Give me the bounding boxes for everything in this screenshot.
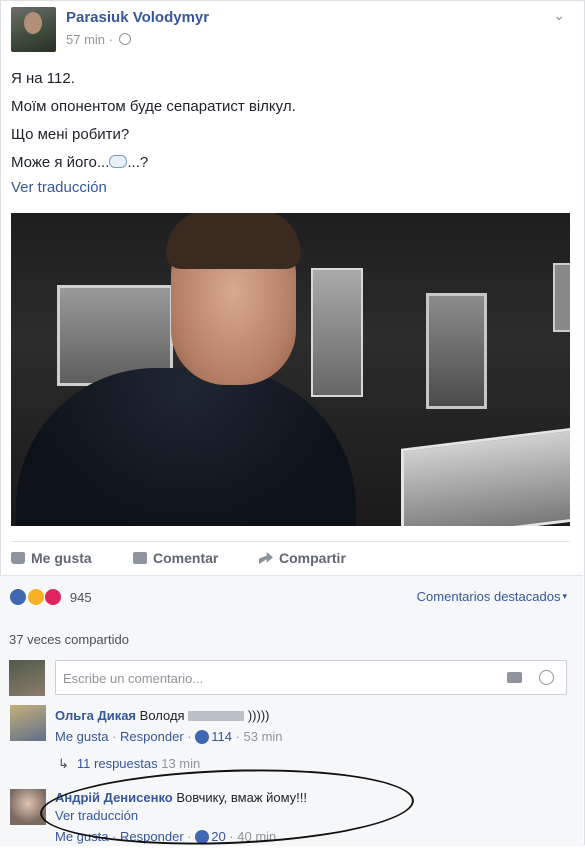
comment-reaction-count[interactable]: 114	[211, 729, 232, 744]
author-avatar[interactable]	[11, 7, 56, 52]
like-reaction-icon	[9, 588, 27, 606]
share-label: Compartir	[279, 550, 346, 566]
caret-down-icon: ▾	[562, 591, 567, 601]
photo-wall-frame	[311, 268, 363, 397]
post-line-2: Моїм опонентом буде сепаратист вілкул.	[11, 98, 296, 115]
photo-wall-frame	[553, 263, 570, 332]
author-name[interactable]: Parasiuk Volodymyr	[66, 9, 209, 26]
like-button[interactable]: Me gusta	[11, 550, 92, 566]
globe-icon	[118, 33, 131, 45]
share-arrow-icon	[259, 552, 273, 564]
see-translation-link[interactable]: Ver traducción	[11, 179, 107, 196]
comment-icon	[133, 552, 147, 564]
meta-separator: ·	[108, 32, 113, 47]
redacted-text	[188, 711, 245, 721]
comment-text: Володя	[139, 708, 185, 723]
thumbs-up-icon	[11, 552, 25, 564]
post-line-3: Що мені робити?	[11, 126, 130, 143]
haha-reaction-icon	[26, 588, 45, 606]
camera-icon[interactable]	[507, 672, 522, 683]
comment-reply-link[interactable]: Responder	[120, 729, 184, 744]
photo-person-hair	[166, 213, 301, 269]
reaction-count: 945	[69, 590, 92, 605]
post-line-4: Може я його......?	[11, 149, 571, 177]
reactions-summary[interactable]: 945	[9, 588, 92, 606]
post-line-4-suffix: ...?	[127, 154, 149, 171]
commenter-avatar[interactable]	[10, 705, 46, 741]
top-comments-dropdown[interactable]: Comentarios destacados ▾	[417, 589, 567, 604]
like-reaction-icon	[195, 730, 210, 744]
post-text: Я на 112. Моїм опонентом буде сепаратист…	[11, 65, 571, 177]
emoji-icon[interactable]	[539, 670, 554, 685]
comment-input[interactable]: Escribe un comentario...	[55, 660, 567, 695]
post-meta: 57 min ·	[66, 32, 131, 47]
chevron-down-icon[interactable]: ⌄	[553, 7, 565, 24]
comment-time[interactable]: 53 min	[244, 729, 283, 744]
current-user-avatar	[9, 660, 45, 696]
share-count[interactable]: 37 veces compartido	[9, 632, 129, 647]
comment-label: Comentar	[153, 550, 219, 566]
replies-label: 11 respuestas	[76, 756, 158, 771]
post-line-4-text: Може я його...	[11, 154, 110, 171]
speech-bubble-icon	[109, 155, 128, 168]
like-label: Me gusta	[31, 550, 92, 566]
love-reaction-icon	[44, 588, 63, 606]
post-line-1: Я на 112.	[11, 70, 75, 87]
post-time[interactable]: 57 min	[66, 32, 105, 47]
comment-button[interactable]: Comentar	[133, 550, 218, 566]
view-replies[interactable]: ↳ 11 respuestas 13 min	[58, 756, 200, 772]
commenter-avatar[interactable]	[10, 789, 46, 825]
photo-wall-frame	[426, 293, 487, 409]
comment-text-tail: )))))	[247, 708, 270, 723]
top-comments-label: Comentarios destacados	[416, 589, 561, 604]
comment-1: Ольга Дикая Володя )))))	[55, 708, 269, 723]
share-button[interactable]: Compartir	[259, 550, 346, 566]
replies-time: 13 min	[161, 756, 201, 771]
action-bar: Me gusta Comentar Compartir	[11, 541, 570, 576]
post-photo[interactable]	[11, 213, 570, 526]
reply-arrow-icon: ↳	[58, 756, 69, 771]
commenter-name[interactable]: Ольга Дикая	[55, 708, 136, 723]
post-header: Parasiuk Volodymyr 57 min · ⌄	[11, 7, 571, 52]
comment-1-meta: Me gusta · Responder · 114 · 53 min	[55, 729, 283, 744]
comment-like-link[interactable]: Me gusta	[55, 729, 108, 744]
comment-placeholder: Escribe un comentario...	[63, 671, 204, 686]
